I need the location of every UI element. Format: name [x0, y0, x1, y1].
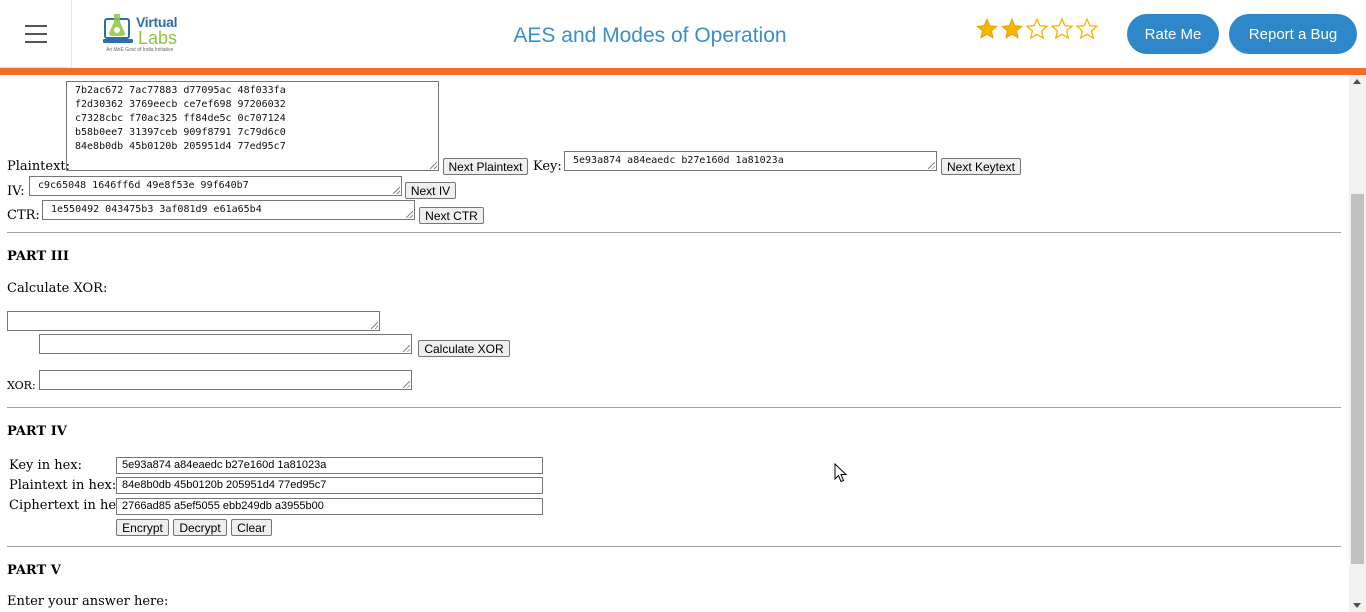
key-hex-input[interactable]: 5e93a874 a84eaedc b27e160d 1a81023a — [116, 457, 543, 474]
plaintext-textarea[interactable]: 7b2ac672 7ac77883 d77095ac 48f033fa f2d3… — [66, 81, 439, 171]
part3-heading: PART III — [7, 249, 69, 264]
mouse-cursor-icon — [834, 463, 848, 483]
ctr-label: CTR: — [7, 208, 40, 223]
answer-label: Enter your answer here: — [7, 594, 169, 609]
ciphertext-hex-label: Ciphertext in hex: — [9, 498, 128, 513]
iv-textarea[interactable]: c9c65048 1646ff6d 49e8f53e 99f640b7 — [29, 176, 402, 196]
plaintext-hex-label: Plaintext in hex: — [9, 478, 117, 493]
scrollbar-thumb[interactable] — [1351, 194, 1364, 564]
scroll-down-arrow-icon[interactable] — [1353, 603, 1361, 608]
xor-input-2[interactable] — [39, 334, 412, 354]
next-plaintext-button[interactable]: Next Plaintext — [443, 158, 528, 175]
page-scrollbar[interactable] — [1349, 75, 1366, 612]
experiment-content: 7b2ac672 7ac77883 d77095ac 48f033fa f2d3… — [0, 75, 1349, 612]
scroll-up-arrow-icon[interactable] — [1353, 79, 1361, 84]
star-filled-icon[interactable] — [975, 17, 999, 41]
calculate-xor-button[interactable]: Calculate XOR — [418, 340, 510, 357]
xor-result-field[interactable] — [39, 370, 412, 390]
header-accent-bar — [0, 68, 1366, 75]
xor-input-1[interactable] — [7, 311, 380, 331]
star-rating[interactable] — [975, 17, 1099, 41]
next-ctr-button[interactable]: Next CTR — [419, 207, 484, 224]
ctr-textarea[interactable]: 1e550492 043475b3 3af081d9 e61a65b4 — [42, 200, 415, 220]
top-header: Virtual Labs An MoE Govt of India Initia… — [0, 0, 1366, 68]
star-empty-icon[interactable] — [1075, 17, 1099, 41]
clear-button[interactable]: Clear — [231, 519, 272, 536]
star-empty-icon[interactable] — [1050, 17, 1074, 41]
report-bug-button[interactable]: Report a Bug — [1229, 14, 1357, 54]
key-textarea[interactable]: 5e93a874 a84eaedc b27e160d 1a81023a — [564, 151, 937, 171]
next-iv-button[interactable]: Next IV — [405, 182, 456, 199]
section-divider — [7, 232, 1341, 233]
decrypt-button[interactable]: Decrypt — [173, 519, 227, 536]
calculate-xor-label: Calculate XOR: — [7, 281, 108, 296]
star-filled-icon[interactable] — [1000, 17, 1024, 41]
page-title: AES and Modes of Operation — [513, 24, 787, 47]
plaintext-label: Plaintext: — [7, 159, 71, 174]
next-keytext-button[interactable]: Next Keytext — [941, 158, 1021, 175]
part4-heading: PART IV — [7, 424, 67, 439]
section-divider — [7, 546, 1341, 547]
iv-label: IV: — [7, 184, 25, 199]
key-hex-label: Key in hex: — [9, 458, 82, 473]
ciphertext-hex-input[interactable]: 2766ad85 a5ef5055 ebb249db a3955b00 — [116, 498, 543, 515]
key-label: Key: — [533, 159, 562, 174]
plaintext-hex-input[interactable]: 84e8b0db 45b0120b 205951d4 77ed95c7 — [116, 477, 543, 494]
section-divider — [7, 407, 1341, 408]
encrypt-button[interactable]: Encrypt — [116, 519, 169, 536]
xor-label: XOR: — [7, 379, 36, 392]
star-empty-icon[interactable] — [1025, 17, 1049, 41]
rate-me-button[interactable]: Rate Me — [1127, 14, 1219, 54]
part5-heading: PART V — [7, 563, 61, 578]
